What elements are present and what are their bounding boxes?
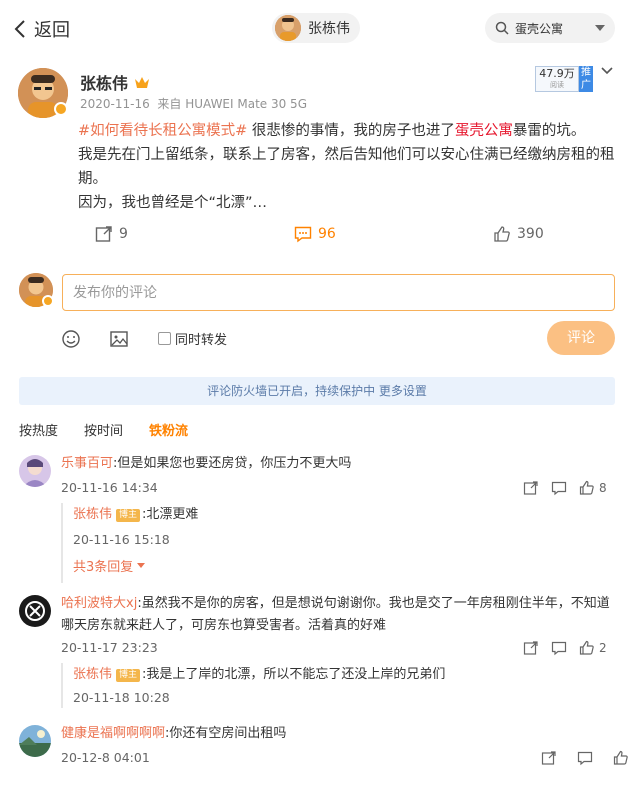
emoji-icon[interactable]: [61, 329, 81, 349]
reply-time: 20-11-16 15:18: [73, 532, 170, 547]
back-button[interactable]: 返回: [14, 16, 70, 42]
hashtag-link[interactable]: #如何看待长租公寓模式#: [78, 123, 247, 139]
views-sub: 阅读: [550, 81, 564, 89]
crown-icon: [135, 77, 150, 88]
like-count: 2: [599, 641, 607, 655]
commenter-name[interactable]: 哈利波特大xj: [61, 596, 137, 611]
thumbs-up-icon: [579, 640, 594, 655]
post-meta: 2020-11-16 来自 HUAWEI Mate 30 5G: [80, 95, 307, 112]
tab-fans[interactable]: 铁粉流: [149, 420, 188, 439]
repost-label: 同时转发: [175, 333, 228, 348]
repost-action[interactable]: 9: [95, 223, 128, 245]
share-icon: [95, 226, 112, 242]
like-button[interactable]: 8: [579, 480, 607, 496]
comment-count: 96: [318, 226, 336, 242]
repost-toggle[interactable]: 同时转发: [158, 329, 227, 348]
repost-checkbox[interactable]: [158, 332, 171, 345]
like-count: 390: [517, 226, 544, 242]
share-icon[interactable]: [523, 640, 539, 656]
comment-text: 乐事百可:但是如果您也要还房贷，你压力不更大吗: [61, 456, 352, 471]
sort-tabs: 按热度 按时间 铁粉流: [19, 420, 188, 439]
reply-thread: 张栋伟 博主:北漂更难 20-11-16 15:18 共3条回复: [61, 503, 601, 583]
commenter-name[interactable]: 乐事百可: [61, 456, 113, 471]
repost-count: 9: [119, 226, 128, 242]
reply-thread: 张栋伟 博主:我是上了岸的北漂，所以不能忘了还没上岸的兄弟们 20-11-18 1…: [61, 663, 601, 708]
reply-time: 20-11-18 10:28: [73, 690, 170, 705]
keyword-link[interactable]: 蛋壳公寓: [455, 123, 513, 139]
thumbs-up-icon: [494, 226, 510, 242]
comment-icon[interactable]: [551, 480, 567, 496]
push-label: 推广: [579, 66, 593, 92]
comment-icon[interactable]: [551, 640, 567, 656]
reply-text: 张栋伟 博主:北漂更难: [73, 507, 199, 522]
avatar: [275, 15, 301, 41]
search-icon: [495, 21, 509, 35]
back-label: 返回: [34, 20, 70, 41]
user-chip-name: 张栋伟: [308, 21, 350, 37]
like-count: 8: [599, 481, 607, 495]
comment-time: 20-12-8 04:01: [61, 750, 150, 765]
thumbs-up-icon: [579, 480, 594, 495]
comment-action[interactable]: 96: [294, 223, 336, 245]
post-text: #如何看待长租公寓模式# 很悲惨的事情，我的房子也进了蛋壳公寓暴雷的坑。 我是先…: [78, 123, 615, 211]
search-input[interactable]: [515, 21, 587, 35]
views-count: 47.9万: [539, 67, 575, 80]
verified-badge-icon: [42, 295, 54, 307]
dropdown-caret-icon[interactable]: [595, 25, 605, 31]
more-replies-link[interactable]: 共3条回复: [73, 556, 601, 575]
verified-badge-icon: [54, 102, 68, 116]
author-name[interactable]: 张栋伟: [80, 70, 128, 94]
submit-comment-button[interactable]: 评论: [547, 321, 615, 355]
firewall-notice[interactable]: 评论防火墙已开启，持续保护中 更多设置: [19, 377, 615, 405]
comment-icon: [294, 226, 312, 243]
comment-input[interactable]: [62, 274, 615, 311]
commenter-avatar[interactable]: [19, 725, 51, 757]
author-tag: 博主: [116, 669, 141, 682]
triangle-down-icon: [137, 563, 146, 568]
comment-icon[interactable]: [577, 750, 593, 766]
tab-time[interactable]: 按时间: [84, 420, 123, 439]
like-button[interactable]: 2: [579, 640, 607, 656]
reply-text: 张栋伟 博主:我是上了岸的北漂，所以不能忘了还没上岸的兄弟们: [73, 667, 446, 682]
share-icon[interactable]: [541, 750, 557, 766]
image-icon[interactable]: [109, 329, 129, 349]
comment-actions: [541, 750, 629, 766]
reply-author[interactable]: 张栋伟: [73, 507, 112, 522]
commenter-avatar[interactable]: [19, 455, 51, 487]
comment-time: 20-11-16 14:34: [61, 480, 158, 495]
share-icon[interactable]: [523, 480, 539, 496]
tab-hot[interactable]: 按热度: [19, 420, 58, 439]
comment-actions: 8: [523, 480, 607, 496]
commenter-name[interactable]: 健康是福啊啊啊啊: [61, 726, 165, 741]
commenter-avatar[interactable]: [19, 595, 51, 627]
thumbs-up-icon[interactable]: [613, 750, 629, 766]
comment-time: 20-11-17 23:23: [61, 640, 158, 655]
post-source: 来自 HUAWEI Mate 30 5G: [157, 97, 307, 111]
comment-text: 哈利波特大xj:虽然我不是你的房客，但是想说句谢谢你。我也是交了一年房租刚住半年…: [61, 596, 610, 633]
chevron-left-icon: [14, 20, 25, 38]
search-box[interactable]: [485, 13, 615, 43]
chevron-down-icon[interactable]: [600, 64, 614, 78]
author-name-row: 张栋伟: [80, 70, 150, 94]
reply-author[interactable]: 张栋伟: [73, 667, 112, 682]
comment-actions: 2: [523, 640, 607, 656]
post-date[interactable]: 2020-11-16: [80, 97, 150, 111]
author-tag: 博主: [116, 509, 141, 522]
user-chip[interactable]: 张栋伟: [272, 13, 360, 43]
comment-text: 健康是福啊啊啊啊:你还有空房间出租吗: [61, 726, 287, 741]
like-action[interactable]: 390: [493, 223, 544, 245]
views-badge[interactable]: 47.9万 阅读 推广: [535, 66, 593, 92]
